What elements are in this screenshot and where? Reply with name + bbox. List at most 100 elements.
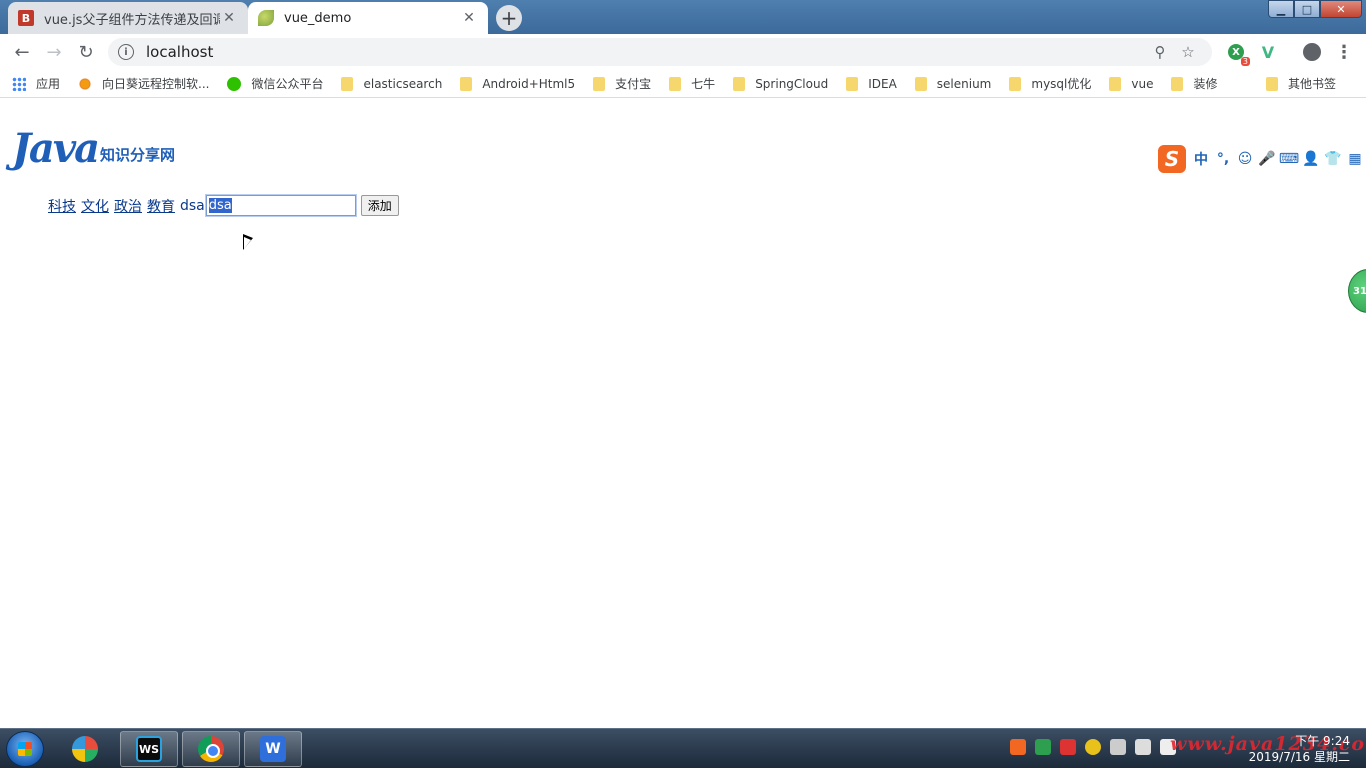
taskbar-clock[interactable]: 下午 9:24 2019/7/16 星期二	[1240, 733, 1350, 765]
bookmark-folder-mysql[interactable]: mysql优化	[1009, 75, 1091, 92]
new-tab-button[interactable]: +	[496, 5, 522, 31]
chrome-icon	[198, 736, 224, 762]
floating-widget[interactable]: 31	[1348, 269, 1366, 313]
taskbar-app-wps[interactable]: W	[244, 731, 302, 767]
close-window-button[interactable]: ✕	[1320, 0, 1362, 18]
bookmark-wechat[interactable]: 微信公众平台	[227, 75, 323, 92]
back-icon[interactable]: ←	[6, 36, 38, 68]
tray-usb-icon[interactable]	[1110, 739, 1126, 755]
tab-title: vue.js父子组件方法传递及回调_	[44, 12, 220, 28]
extension-badge: 3	[1240, 57, 1250, 66]
tray-network-icon[interactable]	[1135, 739, 1151, 755]
profile-icon[interactable]	[1300, 40, 1324, 64]
maximize-button[interactable]: □	[1294, 0, 1320, 18]
nav-link-tech[interactable]: 科技	[48, 196, 76, 216]
zoom-icon[interactable]: ⚲	[1146, 43, 1174, 61]
bookmark-label: selenium	[936, 76, 992, 91]
ime-voice-icon[interactable]: 🎤	[1256, 151, 1278, 167]
ime-keyboard-icon[interactable]: ⌨	[1278, 151, 1300, 167]
add-button[interactable]: 添加	[360, 195, 399, 216]
bookmark-folder-qiniu[interactable]: 七牛	[669, 75, 715, 92]
taskbar-app-pinwheel[interactable]	[56, 731, 114, 767]
tab-title: vue_demo	[284, 10, 352, 26]
menu-icon[interactable]: ⋮	[1332, 40, 1356, 64]
mouse-cursor-icon	[243, 234, 253, 250]
folder-icon	[914, 76, 927, 91]
bookmark-folder-selenium[interactable]: selenium	[914, 76, 992, 91]
bookmark-folder-springcloud[interactable]: SpringCloud	[733, 76, 829, 91]
taskbar-app-chrome[interactable]	[182, 731, 240, 767]
nav-link-culture[interactable]: 文化	[81, 196, 109, 216]
ime-toolbox-icon[interactable]: ▦	[1344, 151, 1366, 167]
tray-security-icon[interactable]	[1035, 739, 1051, 755]
clock-date: 2019/7/16 星期二	[1248, 750, 1350, 764]
bookmark-label: elasticsearch	[363, 76, 443, 91]
folder-icon	[341, 76, 354, 91]
reload-icon[interactable]: ↻	[70, 36, 102, 68]
browser-toolbar: ← → ↻ i localhost ⚲ ☆ X 3 V ⋮	[0, 34, 1366, 70]
bookmark-folder-android[interactable]: Android+Html5	[460, 76, 576, 91]
nav-link-politics[interactable]: 政治	[114, 196, 142, 216]
address-bar[interactable]: i localhost ⚲ ☆	[108, 38, 1212, 66]
logo-sub-text: 知识分享网	[100, 146, 176, 164]
bookmark-label: SpringCloud	[755, 76, 829, 91]
bookmark-label: IDEA	[868, 76, 897, 91]
address-text: localhost	[146, 43, 214, 61]
bookmark-folder-alipay[interactable]: 支付宝	[593, 75, 651, 92]
bookmark-label: 向日葵远程控制软...	[102, 77, 210, 91]
bookmark-label: Android+Html5	[482, 76, 576, 91]
bookmarks-bar: 应用 向日葵远程控制软... 微信公众平台 elasticsearch Andr…	[0, 70, 1366, 98]
extension-x-icon[interactable]: X 3	[1224, 40, 1250, 66]
system-tray	[1010, 739, 1185, 755]
bookmark-apps[interactable]: 应用	[12, 75, 60, 92]
bookmark-folder-vue[interactable]: vue	[1109, 76, 1153, 91]
pinwheel-icon	[72, 736, 98, 762]
tab-close-icon[interactable]: ✕	[220, 10, 238, 26]
bookmark-sunflower[interactable]: 向日葵远程控制软...	[78, 75, 209, 92]
bookmark-folder-elasticsearch[interactable]: elasticsearch	[341, 76, 443, 91]
webstorm-icon: WS	[136, 736, 162, 762]
tray-sogou-icon[interactable]	[1010, 739, 1026, 755]
bookmark-label: 应用	[36, 77, 61, 91]
bookmark-label: 其他书签	[1287, 77, 1336, 91]
page-content: Java 知识分享网 S 中 °, ☺ 🎤 ⌨ 👤 👕 ▦ 科技 文化 政治 教…	[0, 99, 1366, 728]
bookmark-folder-decoration[interactable]: 装修	[1171, 75, 1217, 92]
ime-skin-icon[interactable]: 👕	[1322, 151, 1344, 167]
tray-app-icon[interactable]	[1060, 739, 1076, 755]
tab-vue-demo[interactable]: vue_demo ✕	[248, 2, 488, 34]
ime-toolbar: S 中 °, ☺ 🎤 ⌨ 👤 👕 ▦	[1158, 145, 1366, 173]
ime-chinese-mode[interactable]: 中	[1190, 149, 1212, 169]
ime-punctuation-icon[interactable]: °,	[1212, 151, 1234, 167]
bookmark-label: 微信公众平台	[251, 77, 324, 91]
bookmark-label: 装修	[1193, 77, 1218, 91]
logo-java-text: Java	[12, 125, 100, 172]
tab-strip: B vue.js父子组件方法传递及回调_ ✕ vue_demo ✕ + ▁ □ …	[0, 0, 1366, 34]
start-button[interactable]	[6, 731, 44, 767]
vue-devtools-icon[interactable]: V	[1256, 40, 1280, 64]
window-controls: ▁ □ ✕	[1268, 0, 1362, 18]
nav-item-dsa: dsa	[180, 197, 205, 214]
sogou-ime-icon[interactable]: S	[1158, 145, 1186, 173]
star-icon[interactable]: ☆	[1174, 43, 1202, 61]
tray-plus-icon[interactable]	[1085, 739, 1101, 755]
bookmark-label: mysql优化	[1031, 77, 1092, 91]
windows-taskbar: WS W www.java1234.com 下午 9:24 2019/7/16 …	[0, 728, 1366, 768]
tab-close-icon[interactable]: ✕	[460, 10, 478, 26]
folder-icon	[1265, 76, 1278, 91]
site-info-icon[interactable]: i	[118, 44, 134, 60]
ime-emoji-icon[interactable]: ☺	[1234, 151, 1256, 167]
taskbar-app-webstorm[interactable]: WS	[120, 731, 178, 767]
folder-icon	[846, 76, 859, 91]
leaf-icon	[258, 10, 274, 26]
apps-grid-icon	[12, 76, 26, 91]
ime-user-icon[interactable]: 👤	[1300, 151, 1322, 167]
nav-link-education[interactable]: 教育	[147, 196, 175, 216]
tab-vue-article[interactable]: B vue.js父子组件方法传递及回调_ ✕	[8, 2, 248, 34]
bookmark-label: 支付宝	[615, 77, 652, 91]
folder-icon	[1171, 76, 1184, 91]
category-input[interactable]	[204, 194, 357, 217]
minimize-button[interactable]: ▁	[1268, 0, 1294, 18]
bookmark-folder-idea[interactable]: IDEA	[846, 76, 897, 91]
bookmark-other[interactable]: 其他书签	[1265, 75, 1336, 92]
forward-icon[interactable]: →	[38, 36, 70, 68]
